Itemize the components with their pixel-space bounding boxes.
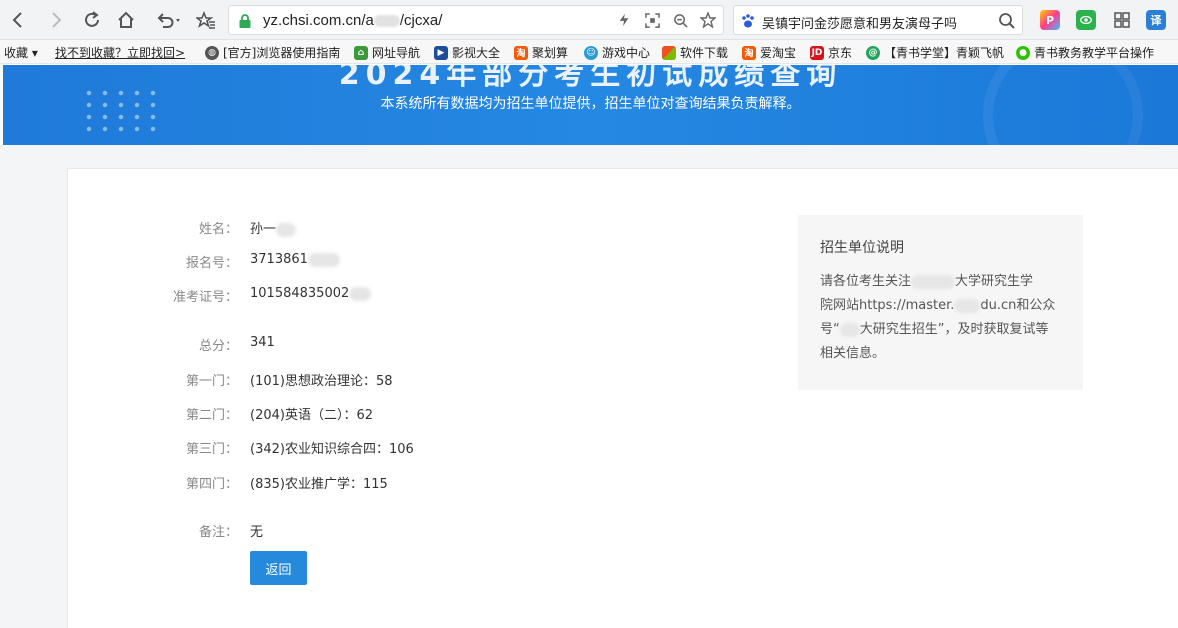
bookmark-label: 影视大全 xyxy=(452,46,501,60)
note-value: 无 xyxy=(250,525,264,540)
bookmarks-bar: 收藏 ▾ 找不到收藏？立即找回> ◍ [官方]浏览器使用指南 ⌂ 网址导航 ▶ 影视大… xyxy=(0,40,1178,64)
bookmark-jd[interactable]: JD 京东 xyxy=(810,44,852,61)
redacted-mask xyxy=(276,222,297,237)
recover-favorites-link[interactable]: 找不到收藏？立即找回> xyxy=(55,44,185,61)
bookmark-juhuasuan[interactable]: 淘聚划算 xyxy=(514,44,568,61)
bookmark-label: 青书教务教学平台操作 xyxy=(1034,46,1155,60)
bookmark-label: 网址导航 xyxy=(372,46,421,60)
subject-score: (101)思想政治理论：58 xyxy=(250,374,393,389)
translate-icon[interactable]: 译 xyxy=(1146,10,1166,30)
subject-label: 第二门： xyxy=(185,408,238,423)
wechat-icon: ● xyxy=(1016,45,1030,60)
redacted-mask xyxy=(911,274,956,289)
paint-extension-icon[interactable]: P xyxy=(1040,10,1060,30)
name-label: 姓名： xyxy=(198,222,238,237)
bookmark-game[interactable]: ☺ 游戏中心 xyxy=(584,44,650,61)
lock-icon xyxy=(237,13,253,29)
bookmark-label: [官方]浏览器使用指南 xyxy=(223,46,341,60)
windows-icon xyxy=(662,45,676,60)
bookmark-star-icon[interactable] xyxy=(699,11,717,29)
note-label: 备注： xyxy=(198,525,238,540)
notice-body: 请各位考生关注 大学研究生学 院网站https://master. du.cn和公众… xyxy=(820,274,1056,361)
forward-arrow-icon[interactable] xyxy=(44,8,68,32)
star-list-icon[interactable] xyxy=(194,8,218,32)
browser-toolbar: yz.chsi.com.cn/a/cjcxa/ 吴镇宇问金莎愿意和男友演母子吗 … xyxy=(0,0,1178,40)
name-value: 孙一 xyxy=(250,218,297,237)
reload-icon[interactable] xyxy=(80,8,104,32)
total-score-value: 341 xyxy=(250,335,275,350)
search-icon[interactable] xyxy=(998,12,1016,30)
baidu-paw-icon xyxy=(740,13,756,29)
subject-score: (835)农业推广学：115 xyxy=(250,477,388,492)
page-subtitle: 本系统所有数据均为招生单位提供，招生单位对查询结果负责解释。 xyxy=(380,96,801,112)
screenshot-icon[interactable] xyxy=(643,11,661,29)
bookmark-browser-guide[interactable]: ◍ [官方]浏览器使用指南 xyxy=(205,44,340,61)
bookmark-label: 【青书学堂】青颖飞帆 xyxy=(884,46,1005,60)
bookmark-qingshu-platform[interactable]: ● 青书教务教学平台操作 xyxy=(1016,44,1154,61)
url-redacted xyxy=(373,15,400,28)
favorites-menu[interactable]: 收藏 ▾ xyxy=(4,44,38,61)
bookmark-label: 聚划算 xyxy=(532,46,569,60)
undo-close-tab-icon[interactable] xyxy=(152,8,184,32)
subject-label: 第一门： xyxy=(185,374,238,389)
exam-number-value: 101584835002 xyxy=(250,286,372,301)
address-bar[interactable]: yz.chsi.com.cn/a/cjcxa/ xyxy=(228,5,724,35)
bookmark-video[interactable]: ▶ 影视大全 xyxy=(434,44,500,61)
bookmark-nav[interactable]: ⌂ 网址导航 xyxy=(354,44,420,61)
search-bar[interactable]: 吴镇宇问金莎愿意和男友演母子吗 xyxy=(733,5,1023,35)
redacted-mask xyxy=(954,298,981,313)
zoom-out-icon[interactable] xyxy=(671,11,689,29)
bookmark-software[interactable]: 软件下载 xyxy=(662,44,728,61)
subject-label: 第四门： xyxy=(185,477,238,492)
bookmark-label: 游戏中心 xyxy=(602,46,651,60)
at-icon: @ xyxy=(866,45,880,60)
bookmark-aitaobao[interactable]: 淘爱淘宝 xyxy=(742,44,796,61)
registration-value: 3713861 xyxy=(250,252,340,267)
subject-score: (204)英语（二）：62 xyxy=(250,408,373,423)
search-suggestion-text: 吴镇宇问金莎愿意和男友演母子吗 xyxy=(762,17,958,32)
redacted-mask xyxy=(839,322,860,337)
apps-grid-icon[interactable] xyxy=(1112,10,1132,30)
bookmark-label: 京东 xyxy=(828,46,853,60)
redacted-mask xyxy=(349,286,372,301)
taobao-icon: 淘 xyxy=(514,45,528,60)
home-icon[interactable] xyxy=(114,8,138,32)
eye-extension-icon[interactable] xyxy=(1076,10,1096,30)
globe-icon: ◍ xyxy=(205,45,219,60)
url-text: yz.chsi.com.cn/a/cjcxa/ xyxy=(263,12,443,29)
taobao-icon: 淘 xyxy=(742,45,756,60)
bookmark-label: 软件下载 xyxy=(680,46,729,60)
exam-number-label: 准考证号： xyxy=(172,290,238,305)
page-title: 2024年部分考生初试成绩查询 xyxy=(338,65,843,92)
jd-icon: JD xyxy=(810,45,824,60)
back-button[interactable]: 返回 xyxy=(250,551,307,585)
admission-notice-box: 招生单位说明 请各位考生关注 大学研究生学 院网站https://master. d… xyxy=(798,215,1083,390)
bookmark-qingshu[interactable]: @ 【青书学堂】青颖飞帆 xyxy=(866,44,1004,61)
home-icon: ⌂ xyxy=(354,45,368,60)
game-icon: ☺ xyxy=(584,45,598,60)
notice-title: 招生单位说明 xyxy=(820,240,904,256)
total-score-label: 总分： xyxy=(198,339,238,354)
lightning-icon[interactable] xyxy=(615,11,633,29)
bookmark-label: 爱淘宝 xyxy=(760,46,797,60)
subject-label: 第三门： xyxy=(185,442,238,457)
registration-label: 报名号： xyxy=(185,256,238,271)
redacted-mask xyxy=(307,252,340,267)
page-banner: 2024年部分考生初试成绩查询 本系统所有数据均为招生单位提供，招生单位对查询结… xyxy=(3,65,1178,145)
back-arrow-icon[interactable] xyxy=(6,8,30,32)
subject-score: (342)农业知识综合四：106 xyxy=(250,442,414,457)
video-icon: ▶ xyxy=(434,45,448,60)
favorites-label: 收藏 xyxy=(4,46,29,60)
